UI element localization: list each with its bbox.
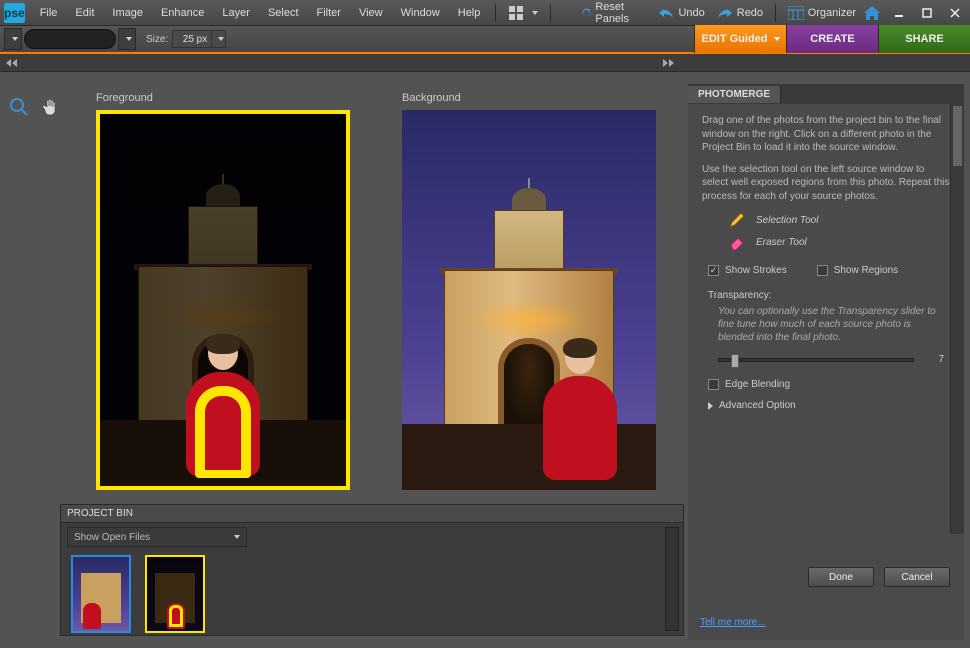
triangle-right-icon (708, 402, 713, 410)
size-value[interactable]: 25 px (173, 34, 211, 45)
background-canvas[interactable] (402, 110, 656, 490)
slider-thumb[interactable] (731, 354, 739, 368)
menu-bar: pse File Edit Image Enhance Layer Select… (0, 0, 970, 26)
menu-enhance[interactable]: Enhance (152, 3, 213, 23)
reset-panels-label: Reset Panels (595, 1, 637, 25)
eraser-tool-label: Eraser Tool (756, 237, 807, 248)
brush-preview[interactable] (24, 29, 116, 49)
redo-button[interactable]: Redo (711, 7, 769, 19)
bin-thumbnail[interactable] (145, 555, 205, 633)
selection-tool-label: Selection Tool (756, 215, 818, 226)
separator (775, 4, 776, 22)
redo-label: Redo (737, 7, 763, 19)
app-logo: pse (4, 3, 25, 23)
project-bin-filter-label: Show Open Files (74, 532, 150, 543)
reset-panels-button[interactable]: Reset Panels (576, 1, 643, 25)
show-strokes-checkbox[interactable] (708, 265, 719, 276)
instruction-text: Drag one of the photos from the project … (702, 114, 950, 155)
tool-preset-picker[interactable] (4, 28, 22, 50)
transparency-label: Transparency: (708, 290, 950, 301)
organizer-button[interactable]: Organizer (782, 6, 862, 20)
project-bin-title: PROJECT BIN (61, 505, 683, 523)
done-button[interactable]: Done (808, 567, 874, 587)
chevron-down-icon (234, 535, 240, 539)
foreground-label: Foreground (96, 92, 350, 104)
collapse-right-button[interactable] (663, 59, 674, 67)
undo-button[interactable]: Undo (652, 7, 710, 19)
project-bin-scrollbar[interactable] (665, 527, 679, 631)
panel-scrollbar[interactable] (950, 104, 964, 534)
mode-tabs: EDIT Guided CREATE SHARE (694, 25, 970, 53)
collapse-left-button[interactable] (6, 59, 17, 67)
instruction-text: Use the selection tool on the left sourc… (702, 163, 950, 204)
background-label: Background (402, 92, 656, 104)
show-regions-label: Show Regions (834, 265, 898, 276)
show-strokes-label: Show Strokes (725, 265, 787, 276)
arrow-bar (0, 54, 970, 72)
refresh-icon (582, 6, 591, 20)
pencil-icon (728, 211, 746, 229)
eraser-tool-button[interactable]: Eraser Tool (728, 233, 950, 251)
organizer-icon (788, 6, 804, 20)
size-stepper[interactable] (211, 30, 225, 48)
workspace: Foreground Background (0, 72, 688, 502)
redo-icon (717, 7, 733, 19)
menu-layer[interactable]: Layer (213, 3, 259, 23)
home-icon[interactable] (862, 4, 882, 22)
eraser-icon (728, 233, 746, 251)
undo-label: Undo (678, 7, 704, 19)
tab-photomerge[interactable]: PHOTOMERGE (688, 86, 781, 103)
undo-icon (658, 7, 674, 19)
panel-tabs: PHOTOMERGE (688, 84, 964, 104)
right-panel: PHOTOMERGE Drag one of the photos from t… (688, 84, 964, 640)
advanced-option-toggle[interactable]: Advanced Option (708, 400, 950, 411)
size-label: Size: (146, 34, 168, 45)
menu-help[interactable]: Help (449, 3, 490, 23)
maximize-button[interactable] (916, 5, 938, 21)
separator (495, 4, 496, 22)
advanced-option-label: Advanced Option (719, 400, 796, 411)
grid-icon (508, 5, 524, 21)
project-bin: PROJECT BIN Show Open Files (60, 504, 684, 636)
chevron-down-icon (12, 37, 18, 41)
menu-filter[interactable]: Filter (308, 3, 350, 23)
tab-share[interactable]: SHARE (878, 25, 970, 53)
show-regions-checkbox[interactable] (817, 265, 828, 276)
menu-file[interactable]: File (31, 3, 67, 23)
tell-me-more-link[interactable]: Tell me more... (700, 617, 766, 628)
foreground-canvas[interactable] (96, 110, 350, 490)
close-button[interactable] (944, 5, 966, 21)
transparency-slider[interactable] (718, 358, 914, 362)
tab-edit-label: EDIT Guided (702, 33, 768, 45)
selection-tool-button[interactable]: Selection Tool (728, 211, 950, 229)
options-bar: Size: 25 px EDIT Guided CREATE SHARE (0, 26, 970, 54)
bin-thumbnail[interactable] (71, 555, 131, 633)
selection-stroke (195, 386, 251, 478)
edge-blending-checkbox[interactable] (708, 379, 719, 390)
chevron-down-icon (532, 11, 538, 15)
layout-picker[interactable] (502, 5, 544, 21)
tab-edit[interactable]: EDIT Guided (694, 25, 786, 53)
brush-preset-picker[interactable] (118, 28, 136, 50)
minimize-button[interactable] (888, 5, 910, 21)
menu-select[interactable]: Select (259, 3, 308, 23)
cancel-button[interactable]: Cancel (884, 567, 950, 587)
menu-image[interactable]: Image (103, 3, 152, 23)
menu-edit[interactable]: Edit (66, 3, 103, 23)
chevron-down-icon (774, 37, 780, 41)
transparency-value: 7 (924, 354, 944, 365)
separator (550, 4, 551, 22)
chevron-down-icon (218, 37, 224, 41)
chevron-down-icon (126, 37, 132, 41)
menu-view[interactable]: View (350, 3, 392, 23)
organizer-label: Organizer (808, 7, 856, 19)
tab-create[interactable]: CREATE (786, 25, 878, 53)
transparency-hint: You can optionally use the Transparency … (718, 305, 944, 344)
edge-blending-label: Edge Blending (725, 379, 790, 390)
menu-window[interactable]: Window (392, 3, 449, 23)
project-bin-filter[interactable]: Show Open Files (67, 527, 247, 547)
